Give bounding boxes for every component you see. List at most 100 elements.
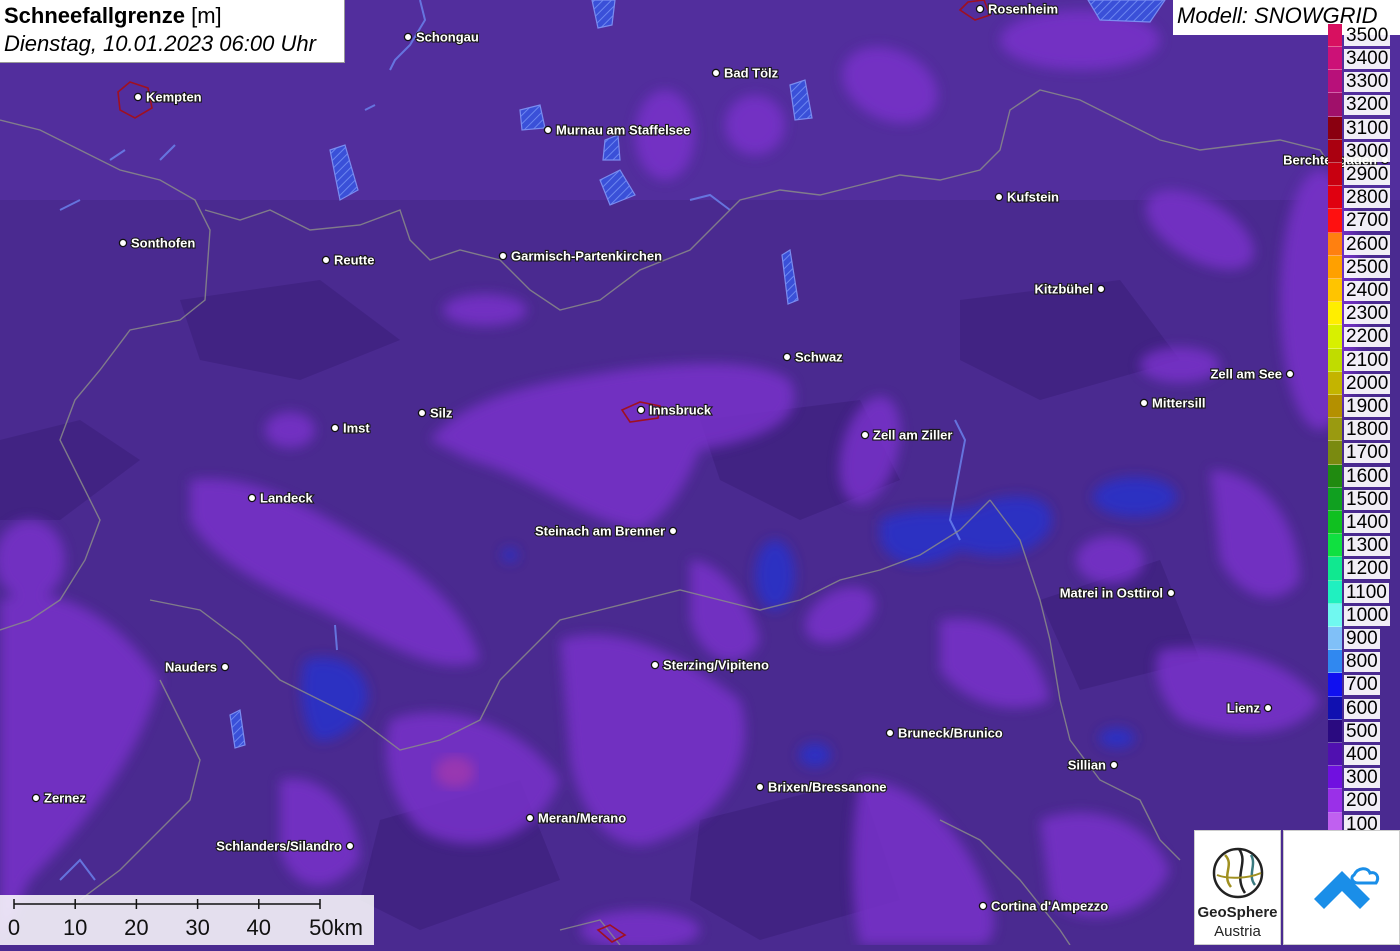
legend-row: 1900: [1328, 395, 1400, 419]
city-dot: [525, 813, 535, 823]
legend-row: 2000: [1328, 371, 1400, 395]
legend-label: 700: [1344, 674, 1380, 696]
city-marker: Sterzing/Vipiteno: [650, 656, 770, 674]
city-dot: [975, 4, 985, 14]
legend-label: 3000: [1344, 140, 1391, 162]
city-label: Schwaz: [795, 350, 843, 365]
legend-label: 1000: [1344, 604, 1391, 626]
legend-label: 2600: [1344, 233, 1391, 255]
legend-swatch: [1328, 47, 1342, 71]
legend-row: 800: [1328, 650, 1400, 674]
city-dot: [994, 192, 1004, 202]
city-label: Bruneck/Brunico: [898, 726, 1003, 741]
legend-swatch: [1328, 24, 1342, 48]
city-label: Sillian: [1068, 758, 1106, 773]
city-label: Steinach am Brenner: [535, 524, 665, 539]
legend-swatch: [1328, 325, 1342, 349]
legend-swatch: [1328, 441, 1342, 465]
legend-label: 1400: [1344, 512, 1391, 533]
city-marker: Rosenheim: [975, 0, 1059, 18]
city-dot: [498, 251, 508, 261]
legend-label: 2500: [1344, 256, 1391, 278]
city-marker: Cortina d'Ampezzo: [978, 897, 1109, 915]
legend-row: 2600: [1328, 232, 1400, 256]
snowfall-line-map[interactable]: Schongau Rosenheim Kempten Bad Tölz Murnau a…: [0, 0, 1400, 945]
legend-row: 300: [1328, 766, 1400, 790]
scale-label: 40: [246, 915, 272, 940]
city-dot: [330, 423, 340, 433]
legend-label: 3100: [1344, 117, 1391, 139]
legend-swatch: [1328, 557, 1342, 581]
city-label: Kempten: [146, 90, 202, 105]
city-marker: Bruneck/Brunico: [885, 724, 1004, 742]
city-label: Zell am Ziller: [873, 428, 952, 443]
legend-label: 2200: [1344, 326, 1391, 348]
city-dot: [133, 92, 143, 102]
legend-row: 1800: [1328, 418, 1400, 442]
legend-label: 500: [1344, 720, 1380, 742]
legend-label: 2700: [1344, 210, 1391, 232]
legend-label: 2300: [1344, 303, 1391, 325]
legend-label: 1500: [1344, 488, 1391, 510]
legend-row: 1200: [1328, 557, 1400, 581]
legend-swatch: [1328, 371, 1342, 395]
city-dot: [31, 793, 41, 803]
geosphere-sub: Austria: [1214, 923, 1261, 940]
legend-row: 400: [1328, 743, 1400, 767]
city-marker: Innsbruck: [636, 401, 713, 419]
city-label: Landeck: [260, 491, 314, 506]
legend-swatch: [1328, 534, 1342, 558]
legend-row: 700: [1328, 673, 1400, 697]
city-marker: Murnau am Staffelsee: [543, 121, 691, 139]
legend-swatch: [1328, 603, 1342, 627]
scale-label: 10: [62, 915, 88, 940]
geosphere-logo: GeoSphere Austria: [1194, 830, 1281, 945]
title-datetime: Dienstag, 10.01.2023 06:00 Uhr: [4, 31, 316, 56]
legend-label: 1800: [1344, 419, 1391, 441]
city-dot: [118, 238, 128, 248]
legend-label: 3300: [1344, 71, 1391, 93]
legend-swatch: [1328, 302, 1342, 326]
city-label: Sterzing/Vipiteno: [663, 658, 769, 673]
city-dot: [650, 660, 660, 670]
legend-swatch: [1328, 116, 1342, 140]
legend-swatch: [1328, 650, 1342, 674]
legend-swatch: [1328, 743, 1342, 767]
scale-label: 50km: [309, 915, 363, 940]
legend-label: 2800: [1344, 187, 1391, 209]
scale-label: 30: [185, 915, 210, 940]
legend-swatch: [1328, 580, 1342, 604]
city-dot: [978, 901, 988, 911]
legend-swatch: [1328, 163, 1342, 187]
city-marker: Sonthofen: [118, 234, 196, 252]
city-label: Kitzbühel: [1035, 282, 1094, 297]
legend-row: 500: [1328, 719, 1400, 743]
city-marker: Garmisch-Partenkirchen: [498, 247, 663, 265]
legend-swatch: [1328, 766, 1342, 790]
city-label: Zell am See: [1210, 367, 1282, 382]
city-label: Cortina d'Ampezzo: [991, 899, 1108, 914]
geosphere-emblem-icon: [1212, 847, 1264, 899]
city-dot: [1166, 588, 1176, 598]
legend-row: 2700: [1328, 209, 1400, 233]
legend-row: 1700: [1328, 441, 1400, 465]
legend-label: 1600: [1344, 465, 1391, 487]
city-label: Nauders: [165, 660, 217, 675]
city-dot: [711, 68, 721, 78]
legend-label: 3500: [1344, 25, 1391, 46]
legend-label: 400: [1344, 744, 1380, 765]
legend-swatch: [1328, 395, 1342, 419]
legend-row: 1300: [1328, 534, 1400, 558]
legend-label: 1700: [1344, 442, 1391, 464]
city-dot: [636, 405, 646, 415]
legend-label: 2000: [1344, 372, 1391, 394]
legend-swatch: [1328, 789, 1342, 813]
city-dot: [885, 728, 895, 738]
legend-label: 900: [1344, 628, 1380, 649]
legend-label: 3400: [1344, 48, 1391, 69]
legend-row: 1500: [1328, 487, 1400, 511]
scale-label: 0: [7, 915, 21, 940]
legend-swatch: [1328, 279, 1342, 303]
legend-label: 2100: [1344, 349, 1391, 371]
city-label: Brixen/Bressanone: [768, 780, 887, 795]
